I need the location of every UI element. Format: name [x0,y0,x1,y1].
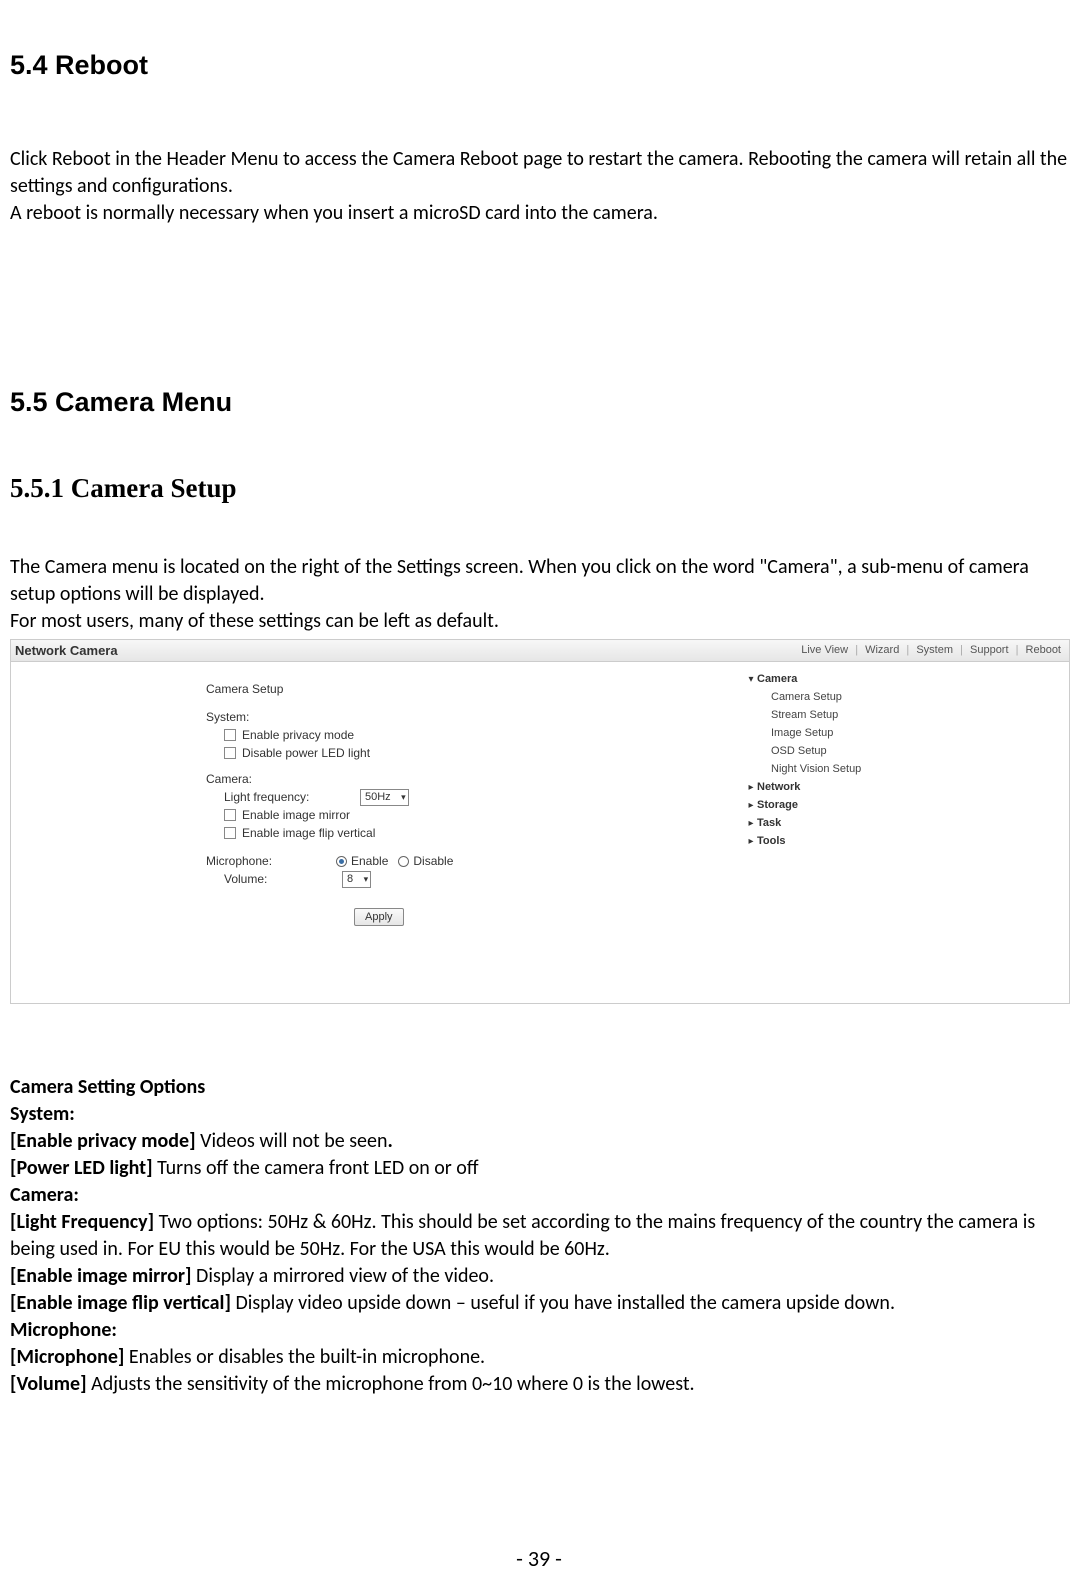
opt-lightfreq-label: [Light Frequency] [10,1210,159,1234]
side-item-tools-label: Tools [757,835,786,847]
opt-mirror-label: [Enable image mirror] [10,1264,196,1288]
side-item-tools[interactable]: Tools [745,832,1065,850]
chevron-down-icon: ▾ [353,874,368,885]
light-frequency-value: 50Hz [365,791,391,803]
side-item-storage-label: Storage [757,799,798,811]
side-sub-camera-setup[interactable]: Camera Setup [745,688,1065,706]
volume-label: Volume: [224,872,336,886]
heading-5-5-1: 5.5.1 Camera Setup [10,473,1068,504]
opt-led-label: [Power LED light] [10,1156,157,1180]
checkbox-image-flip-label: Enable image flip vertical [242,826,375,840]
checkbox-image-flip[interactable] [224,827,236,839]
opt-privacy-dot: . [387,1129,392,1153]
opt-mic-text: Enables or disables the built-in microph… [129,1345,485,1369]
header-link-support[interactable]: Support [970,644,1009,656]
para-5-4-2: A reboot is normally necessary when you … [10,200,1068,227]
checkbox-privacy-mode[interactable] [224,729,236,741]
light-frequency-select[interactable]: 50Hz ▾ [360,789,409,806]
para-5-5-1a: The Camera menu is located on the right … [10,554,1068,608]
opt-flip-label: [Enable image flip vertical] [10,1291,235,1315]
app-title: Network Camera [15,643,118,658]
opt-mic-label: [Microphone] [10,1345,129,1369]
opt-mirror-text: Display a mirrored view of the video. [196,1264,494,1288]
chevron-right-icon [745,800,757,811]
side-item-network[interactable]: Network [745,778,1065,796]
page-number: - 39 - [0,1545,1078,1572]
chevron-right-icon [745,836,757,847]
opt-privacy-label: [Enable privacy mode] [10,1129,200,1153]
checkbox-privacy-mode-label: Enable privacy mode [242,728,354,742]
header-link-wizard[interactable]: Wizard [865,644,899,656]
options-heading: Camera Setting Options [10,1074,1068,1101]
chevron-right-icon [745,818,757,829]
chevron-down-icon [745,674,757,685]
camera-setup-screenshot: Network Camera Live View | Wizard | Syst… [10,639,1070,1004]
panel-title: Camera Setup [206,682,734,696]
opt-volume-text: Adjusts the sensitivity of the microphon… [91,1372,694,1396]
radio-mic-enable-label: Enable [351,854,388,868]
para-5-4-1: Click Reboot in the Header Menu to acces… [10,146,1068,200]
header-link-system[interactable]: System [916,644,953,656]
side-item-task-label: Task [757,817,781,829]
header-link-reboot[interactable]: Reboot [1026,644,1061,656]
group-camera-label: Camera: [206,772,734,786]
side-item-camera[interactable]: Camera [745,670,1065,688]
checkbox-disable-led[interactable] [224,747,236,759]
opt-volume-label: [Volume] [10,1372,91,1396]
group-system-label: System: [206,710,734,724]
side-item-network-label: Network [757,781,800,793]
header-menu: Live View | Wizard | System | Support | … [799,644,1063,656]
light-frequency-label: Light frequency: [224,790,354,804]
opt-privacy-text: Videos will not be seen [200,1129,387,1153]
checkbox-image-mirror[interactable] [224,809,236,821]
apply-button[interactable]: Apply [354,908,404,926]
radio-mic-enable[interactable] [336,856,347,867]
checkbox-disable-led-label: Disable power LED light [242,746,370,760]
chevron-right-icon [745,782,757,793]
options-system-label: System: [10,1101,1068,1128]
opt-led-text: Turns off the camera front LED on or off [157,1156,478,1180]
side-item-camera-label: Camera [757,673,797,685]
header-link-liveview[interactable]: Live View [801,644,848,656]
camera-setting-options: Camera Setting Options System: [Enable p… [10,1074,1068,1398]
radio-mic-disable-label: Disable [413,854,453,868]
opt-lightfreq-text: Two options: 50Hz & 60Hz. This should be… [10,1210,1035,1261]
options-microphone-label: Microphone: [10,1317,1068,1344]
side-menu: Camera Camera Setup Stream Setup Image S… [745,670,1065,850]
side-sub-stream-setup[interactable]: Stream Setup [745,706,1065,724]
microphone-label: Microphone: [206,854,336,868]
side-sub-image-setup[interactable]: Image Setup [745,724,1065,742]
heading-5-5: 5.5 Camera Menu [10,387,1068,418]
side-sub-osd-setup[interactable]: OSD Setup [745,742,1065,760]
side-item-storage[interactable]: Storage [745,796,1065,814]
options-camera-label: Camera: [10,1182,1068,1209]
opt-flip-text: Display video upside down – useful if yo… [235,1291,895,1315]
chevron-down-icon: ▾ [391,792,406,803]
radio-mic-disable[interactable] [398,856,409,867]
heading-5-4: 5.4 Reboot [10,50,1068,81]
para-5-5-1b: For most users, many of these settings c… [10,608,1068,635]
checkbox-image-mirror-label: Enable image mirror [242,808,350,822]
side-sub-night-vision[interactable]: Night Vision Setup [745,760,1065,778]
side-item-task[interactable]: Task [745,814,1065,832]
volume-select[interactable]: 8 ▾ [342,871,371,888]
